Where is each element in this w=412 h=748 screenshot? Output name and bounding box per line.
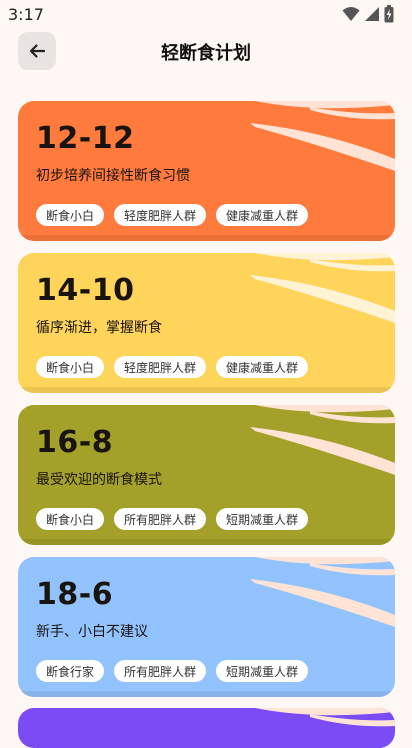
- plan-tag: 断食小白: [36, 204, 105, 226]
- plan-tag: 断食小白: [36, 508, 105, 530]
- plan-card-18-6[interactable]: 18-6 新手、小白不建议 断食行家 所有肥胖人群 短期减重人群: [18, 557, 395, 697]
- battery-icon: [384, 5, 394, 23]
- plan-tag: 轻度肥胖人群: [114, 204, 207, 226]
- plan-description: 初步培养间接性断食习惯: [36, 168, 190, 184]
- plan-name: 14-10: [36, 273, 135, 308]
- card-wave-decoration: [250, 557, 395, 627]
- card-shadow: [18, 539, 395, 545]
- plan-name: 12-12: [36, 121, 135, 156]
- plan-tag: 所有肥胖人群: [114, 508, 207, 530]
- plan-tag: 所有肥胖人群: [114, 660, 207, 682]
- plan-description: 循序渐进，掌握断食: [36, 320, 162, 336]
- plan-tag: 健康减重人群: [216, 356, 309, 378]
- plan-tag: 短期减重人群: [216, 508, 309, 530]
- card-wave-decoration: [255, 708, 395, 727]
- plan-name: 16-8: [36, 425, 114, 460]
- tag-row: 断食行家 所有肥胖人群 短期减重人群: [36, 660, 309, 682]
- card-shadow: [18, 691, 395, 697]
- status-time: 3:17: [8, 5, 44, 24]
- plan-card-16-8[interactable]: 16-8 最受欢迎的断食模式 断食小白 所有肥胖人群 短期减重人群: [18, 405, 395, 545]
- plan-card-12-12[interactable]: 12-12 初步培养间接性断食习惯 断食小白 轻度肥胖人群 健康减重人群: [18, 101, 395, 241]
- plan-list: 12-12 初步培养间接性断食习惯 断食小白 轻度肥胖人群 健康减重人群 14-…: [18, 101, 395, 709]
- plan-name: 18-6: [36, 577, 114, 612]
- card-wave-decoration: [250, 405, 395, 475]
- card-wave-decoration: [250, 253, 395, 323]
- tag-row: 断食小白 所有肥胖人群 短期减重人群: [36, 508, 309, 530]
- plan-tag: 健康减重人群: [216, 204, 309, 226]
- plan-description: 最受欢迎的断食模式: [36, 472, 162, 488]
- tag-row: 断食小白 轻度肥胖人群 健康减重人群: [36, 356, 309, 378]
- page-title: 轻断食计划: [161, 43, 251, 64]
- wifi-icon: [342, 7, 360, 21]
- card-shadow: [18, 235, 395, 241]
- signal-icon: [365, 7, 379, 21]
- plan-description: 新手、小白不建议: [36, 624, 148, 640]
- status-bar: 3:17: [0, 0, 412, 30]
- tag-row: 断食小白 轻度肥胖人群 健康减重人群: [36, 204, 309, 226]
- card-shadow: [18, 387, 395, 393]
- plan-card-peek[interactable]: [18, 708, 395, 748]
- app-bar: 轻断食计划: [0, 30, 412, 72]
- plan-tag: 轻度肥胖人群: [114, 356, 207, 378]
- plan-card-14-10[interactable]: 14-10 循序渐进，掌握断食 断食小白 轻度肥胖人群 健康减重人群: [18, 253, 395, 393]
- status-icons: [342, 5, 394, 23]
- plan-tag: 短期减重人群: [216, 660, 309, 682]
- plan-tag: 断食小白: [36, 356, 105, 378]
- plan-tag: 断食行家: [36, 660, 105, 682]
- card-wave-decoration: [250, 101, 395, 171]
